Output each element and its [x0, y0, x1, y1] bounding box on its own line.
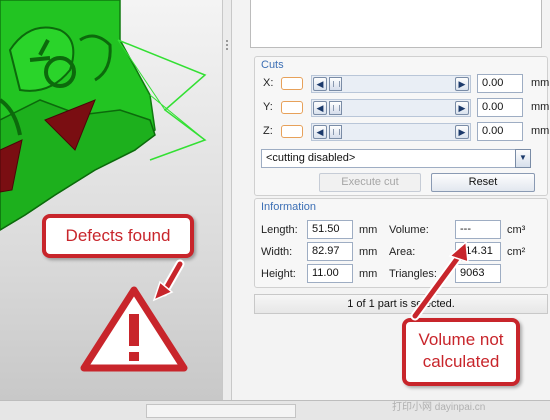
width-label: Width: [261, 246, 293, 258]
volume-unit: cm³ [507, 224, 526, 236]
length-label: Length: [261, 224, 298, 236]
axis-x-value[interactable]: 0.00 [477, 74, 523, 93]
dropdown-chevron-icon[interactable]: ▼ [515, 149, 531, 168]
width-unit: mm [359, 246, 378, 258]
axis-z-slider[interactable]: ◀ ▶ [311, 123, 471, 141]
slider-thumb[interactable] [329, 77, 342, 91]
width-value: 82.97 [307, 242, 353, 261]
scroll-left-icon[interactable]: ◀ [313, 101, 327, 115]
axis-y-toggle[interactable] [281, 101, 303, 114]
axis-label: Z: [263, 125, 273, 137]
slider-thumb[interactable] [329, 125, 342, 139]
axis-unit: mm [531, 125, 550, 137]
height-value: 11.00 [307, 264, 353, 283]
axis-row-x: X: ◀ ▶ 0.00 mm [261, 73, 549, 95]
cutting-mode-select[interactable]: <cutting disabled> ▼ [261, 149, 531, 168]
scroll-right-icon[interactable]: ▶ [455, 125, 469, 139]
volume-label: Volume: [389, 224, 429, 236]
axis-x-toggle[interactable] [281, 77, 303, 90]
volume-value: --- [455, 220, 501, 239]
axis-y-slider[interactable]: ◀ ▶ [311, 99, 471, 117]
information-group: Information Length: 51.50 mm Width: 82.9… [254, 198, 548, 288]
status-segment [146, 404, 296, 418]
height-unit: mm [359, 268, 378, 280]
cuts-title: Cuts [261, 59, 284, 71]
cuts-group: Cuts X: ◀ ▶ 0.00 mm Y: ◀ ▶ 0.00 mm Z: ◀ … [254, 56, 549, 196]
defects-found-callout: Defects found [42, 214, 194, 258]
axis-z-value[interactable]: 0.00 [477, 122, 523, 141]
callout-line: Volume not [418, 330, 504, 349]
axis-x-slider[interactable]: ◀ ▶ [311, 75, 471, 93]
information-title: Information [261, 201, 317, 213]
warning-triangle-icon [80, 286, 188, 372]
length-unit: mm [359, 224, 378, 236]
axis-label: X: [263, 77, 274, 89]
selection-status-bar: 1 of 1 part is selected. [254, 294, 548, 314]
triangles-value: 9063 [455, 264, 501, 283]
height-label: Height: [261, 268, 296, 280]
axis-unit: mm [531, 101, 550, 113]
axis-row-y: Y: ◀ ▶ 0.00 mm [261, 97, 549, 119]
triangles-label: Triangles: [389, 268, 437, 280]
watermark: 打印小网 dayinpai.cn [392, 402, 486, 413]
axis-y-value[interactable]: 0.00 [477, 98, 523, 117]
scroll-left-icon[interactable]: ◀ [313, 125, 327, 139]
axis-label: Y: [263, 101, 273, 113]
scroll-right-icon[interactable]: ▶ [455, 101, 469, 115]
cutting-mode-value: <cutting disabled> [266, 152, 356, 164]
axis-z-toggle[interactable] [281, 125, 303, 138]
execute-cut-button[interactable]: Execute cut [319, 173, 421, 192]
length-value: 51.50 [307, 220, 353, 239]
reset-button[interactable]: Reset [431, 173, 535, 192]
grip-icon [226, 40, 228, 50]
3d-viewport[interactable] [0, 0, 222, 400]
axis-unit: mm [531, 77, 550, 89]
slider-thumb[interactable] [329, 101, 342, 115]
parts-list-box[interactable] [250, 0, 542, 48]
volume-not-calculated-callout: Volume not calculated [402, 318, 520, 386]
panel-splitter[interactable] [222, 0, 232, 400]
area-value: 114.31 [455, 242, 501, 261]
axis-row-z: Z: ◀ ▶ 0.00 mm [261, 121, 549, 143]
area-unit: cm² [507, 246, 526, 258]
area-label: Area: [389, 246, 416, 258]
callout-line: calculated [422, 352, 500, 371]
scroll-right-icon[interactable]: ▶ [455, 77, 469, 91]
scroll-left-icon[interactable]: ◀ [313, 77, 327, 91]
